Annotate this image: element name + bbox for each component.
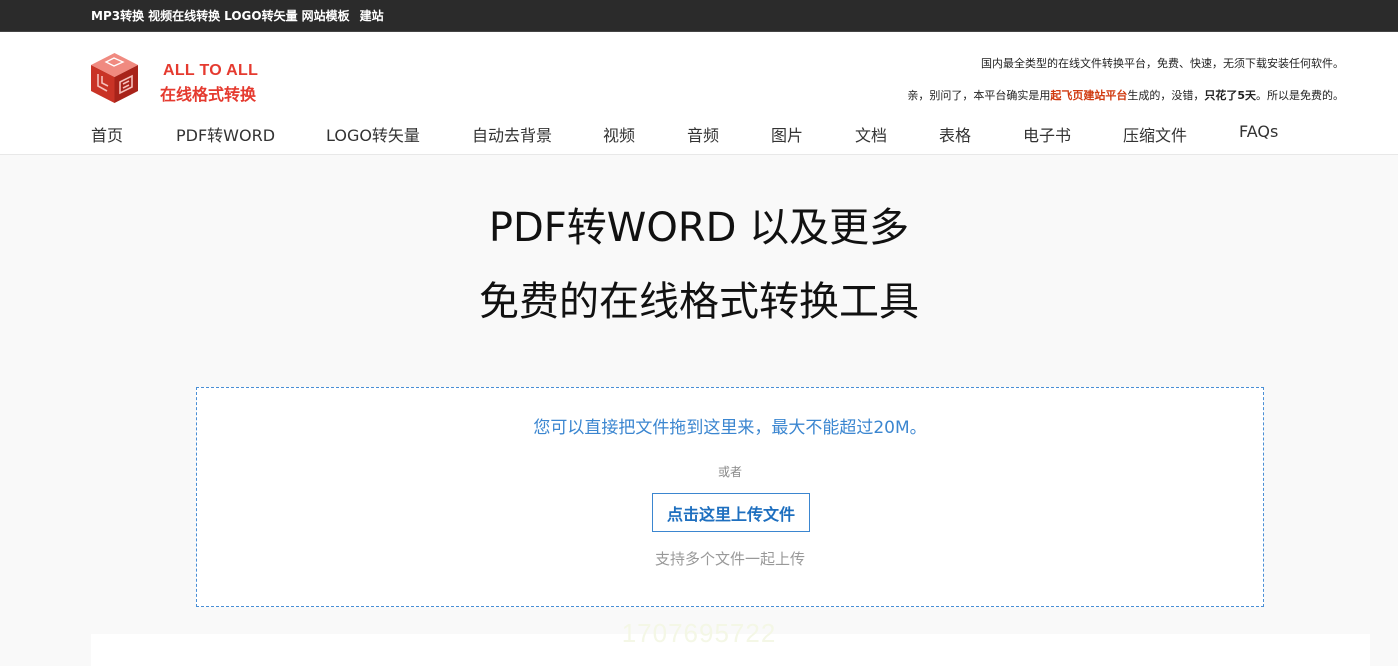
tagline-line-1: 国内最全类型的在线文件转换平台，免费、快速，无须下载安装任何软件。 (981, 57, 1344, 70)
topbar-link-mp3[interactable]: MP3转换 (91, 7, 144, 24)
upload-dropzone[interactable]: 您可以直接把文件拖到这里来，最大不能超过20M。 或者 点击这里上传文件 支持多… (196, 387, 1264, 607)
hero-title: PDF转WORD 以及更多 (488, 205, 910, 251)
nav-item-logo-vector[interactable]: LOGO转矢量 (326, 122, 420, 146)
nav-item-spreadsheet[interactable]: 表格 (939, 122, 971, 146)
nav-item-document[interactable]: 文档 (855, 122, 887, 146)
topbar-link-logo[interactable]: LOGO转矢量 (224, 7, 297, 24)
site-header: ALL TO ALL 在线格式转换 国内最全类型的在线文件转换平台，免费、快速，… (0, 32, 1398, 155)
brand-name-en[interactable]: ALL TO ALL (163, 62, 258, 80)
tagline-line-2: 亲，别问了，本平台确实是用起飞页建站平台生成的，没错，只花了5天。所以是免费的。 (907, 87, 1344, 103)
nav-item-video[interactable]: 视频 (603, 122, 635, 146)
upload-button[interactable]: 点击这里上传文件 (652, 493, 810, 532)
hero-subtitle: 免费的在线格式转换工具 (479, 279, 919, 325)
platform-link[interactable]: 起飞页建站平台 (1050, 89, 1127, 102)
nav-item-pdf-to-word[interactable]: PDF转WORD (176, 122, 275, 146)
topbar-link-templates[interactable]: 网站模板 (302, 7, 350, 24)
nav-item-audio[interactable]: 音频 (687, 122, 719, 146)
topbar-link-build[interactable]: 建站 (360, 7, 384, 24)
main-nav: 首页 PDF转WORD LOGO转矢量 自动去背景 视频 音频 图片 文档 表格… (0, 122, 1398, 146)
nav-item-home[interactable]: 首页 (91, 122, 123, 146)
cube-logo-icon[interactable] (90, 52, 139, 104)
conversion-counter: 1707695722 (621, 618, 777, 648)
top-bar-links: MP3转换 视频在线转换 LOGO转矢量 网站模板 建站 (91, 0, 384, 31)
nav-item-faqs[interactable]: FAQs (1239, 122, 1278, 141)
nav-item-archive[interactable]: 压缩文件 (1123, 122, 1187, 146)
topbar-link-video[interactable]: 视频在线转换 (148, 7, 220, 24)
tagline-text-b: 生成的，没错， (1127, 89, 1205, 102)
brand-name-cn[interactable]: 在线格式转换 (160, 81, 256, 105)
nav-item-ebook[interactable]: 电子书 (1023, 122, 1071, 146)
nav-item-remove-background[interactable]: 自动去背景 (472, 122, 552, 146)
tagline-text-c: 。所以是免费的。 (1256, 89, 1344, 102)
top-bar: MP3转换 视频在线转换 LOGO转矢量 网站模板 建站 (0, 0, 1398, 32)
drop-hint: 您可以直接把文件拖到这里来，最大不能超过20M。 (533, 418, 927, 438)
nav-item-image[interactable]: 图片 (771, 122, 803, 146)
tagline-highlight: 只花了5天 (1204, 89, 1256, 102)
multi-upload-note: 支持多个文件一起上传 (654, 550, 805, 568)
or-separator: 或者 (717, 465, 742, 479)
tagline-text-a: 亲，别问了，本平台确实是用 (907, 89, 1051, 102)
